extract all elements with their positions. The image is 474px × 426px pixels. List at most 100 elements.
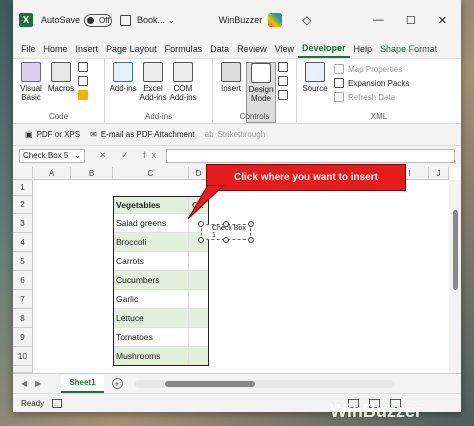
table-row[interactable]: Garlic	[113, 290, 189, 309]
expansion-packs-button[interactable]: Expansion Packs	[334, 76, 409, 90]
design-mode-icon	[251, 63, 271, 83]
name-box[interactable]: Check Box 5 ⌄	[19, 148, 85, 163]
resize-handle[interactable]	[248, 221, 254, 227]
window-controls: — ☐ ✕	[373, 14, 447, 27]
tab-help[interactable]: Help	[350, 40, 377, 58]
map-properties-label: Map Properties	[348, 64, 403, 74]
tab-developer[interactable]: Developer	[298, 40, 350, 58]
table-row[interactable]: Salad greens	[113, 214, 189, 233]
tab-shape-format[interactable]: Shape Format	[376, 40, 441, 58]
ok-cell[interactable]	[189, 309, 209, 328]
formula-function-icons[interactable]: ✕ ✓ fx	[99, 150, 162, 161]
refresh-data-button[interactable]: Refresh Data	[334, 90, 409, 104]
tab-insert[interactable]: Insert	[72, 40, 103, 58]
resize-handle[interactable]	[223, 237, 229, 243]
maximize-button[interactable]: ☐	[406, 14, 416, 27]
macros-icon	[51, 62, 71, 82]
row-header-5[interactable]: 5	[13, 252, 33, 271]
table-row[interactable]: Cucumbers	[113, 271, 189, 290]
formula-input[interactable]	[166, 148, 455, 163]
source-label: Source	[302, 84, 328, 93]
record-macro-icon[interactable]	[78, 62, 88, 72]
autosave-toggle[interactable]: Off	[84, 13, 113, 27]
run-dialog-icon[interactable]	[278, 90, 288, 100]
code-group-label: Code	[48, 112, 69, 121]
spreadsheet-grid[interactable]: A B C D E F G H I J 1 2 3 4 5 6 7 8 9 10…	[13, 167, 461, 373]
formula-bar: Check Box 5 ⌄ ✕ ✓ fx	[13, 145, 461, 165]
col-header-j[interactable]: J	[429, 167, 449, 180]
horizontal-scrollbar[interactable]	[134, 379, 395, 388]
row-header-7[interactable]: 7	[13, 290, 33, 309]
strikethrough-button[interactable]: ab Strikethrough	[205, 130, 266, 139]
ok-cell[interactable]	[189, 347, 209, 366]
col-header-c[interactable]: C	[113, 167, 189, 180]
table-header-vegetables[interactable]: Vegetables	[113, 196, 189, 214]
chevron-down-icon[interactable]: ⌄	[168, 16, 175, 25]
save-icon[interactable]	[120, 14, 132, 26]
view-code-icon[interactable]	[278, 76, 288, 86]
table-row[interactable]: Mushrooms	[113, 347, 189, 366]
tab-file[interactable]: File	[17, 40, 40, 58]
resize-handle[interactable]	[248, 237, 254, 243]
row-header-9[interactable]: 9	[13, 328, 33, 347]
row-header-2[interactable]: 2	[13, 196, 33, 214]
table-row[interactable]: Carrots	[113, 252, 189, 271]
accessibility-icon[interactable]	[52, 398, 63, 408]
refresh-data-icon	[334, 92, 344, 102]
diamond-icon[interactable]: ◇	[302, 13, 311, 27]
horizontal-scroll-thumb[interactable]	[164, 380, 255, 387]
controls-group: Insert Design Mode Controls	[213, 59, 297, 123]
table-row[interactable]: Tomatoes	[113, 328, 189, 347]
map-properties-button[interactable]: Map Properties	[334, 62, 409, 76]
macro-security-icon[interactable]	[78, 90, 88, 100]
pdf-xps-label: PDF or XPS	[36, 130, 81, 139]
status-ready: Ready	[21, 398, 45, 408]
ok-cell[interactable]	[189, 328, 209, 347]
tab-review[interactable]: Review	[233, 40, 271, 58]
tab-formulas[interactable]: Formulas	[161, 40, 207, 58]
tab-page-layout[interactable]: Page Layout	[102, 40, 161, 58]
row-header-4[interactable]: 4	[13, 233, 33, 252]
addins-group-label: Add-ins	[144, 112, 173, 121]
row-header-6[interactable]: 6	[13, 271, 33, 290]
table-row[interactable]: Broccoli	[113, 233, 189, 252]
sheet-prev-icon[interactable]: ◀	[21, 379, 27, 388]
row-header-3[interactable]: 3	[13, 214, 33, 233]
book-name[interactable]: Book...	[137, 15, 165, 25]
relative-ref-icon[interactable]	[78, 76, 88, 86]
resize-handle[interactable]	[198, 237, 204, 243]
col-header-b[interactable]: B	[71, 167, 113, 180]
ok-cell[interactable]	[189, 290, 209, 309]
row-header-8[interactable]: 8	[13, 309, 33, 328]
sheet-next-icon[interactable]: ▶	[35, 379, 41, 388]
tab-data[interactable]: Data	[206, 40, 233, 58]
vertical-scroll-thumb[interactable]	[453, 210, 458, 290]
tab-view[interactable]: View	[271, 40, 298, 58]
col-header-a[interactable]: A	[33, 167, 71, 180]
email-pdf-button[interactable]: ✉ E-mail as PDF Attachment	[90, 130, 195, 139]
ok-cell[interactable]	[189, 271, 209, 290]
autosave-label: AutoSave	[41, 15, 81, 25]
pdf-xps-button[interactable]: ▣ PDF or XPS	[25, 130, 80, 139]
minimize-button[interactable]: —	[373, 14, 384, 27]
vertical-scrollbar[interactable]	[449, 180, 461, 373]
controls-group-label: Controls	[239, 112, 270, 121]
email-pdf-label: E-mail as PDF Attachment	[100, 130, 195, 139]
table-row[interactable]: Lettuce	[113, 309, 189, 328]
add-sheet-button[interactable]: +	[111, 378, 123, 389]
sheet-tab-sheet1[interactable]: Sheet1	[61, 374, 104, 393]
select-all-corner[interactable]	[13, 167, 33, 180]
properties-icon[interactable]	[278, 62, 288, 72]
map-properties-icon	[334, 64, 344, 74]
tab-home[interactable]: Home	[40, 40, 72, 58]
row-header-10[interactable]: 10	[13, 347, 33, 366]
row-header-11[interactable]	[13, 366, 33, 373]
addins-label: Add-ins	[109, 84, 137, 93]
excel-window: X AutoSave Off Book... ⌄ WinBuzzer ◇ — ☐…	[13, 0, 461, 412]
sheet-tab-bar: ◀ ▶ Sheet1 +	[13, 373, 461, 393]
ribbon-tabs: File Home Insert Page Layout Formulas Da…	[13, 40, 461, 58]
row-header-1[interactable]: 1	[13, 180, 33, 196]
close-button[interactable]: ✕	[438, 14, 447, 27]
ok-cell[interactable]	[189, 252, 209, 271]
code-group: Visual Basic Macros Code	[13, 59, 105, 123]
